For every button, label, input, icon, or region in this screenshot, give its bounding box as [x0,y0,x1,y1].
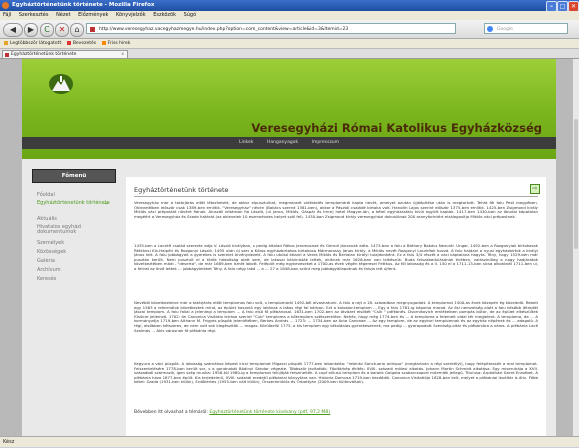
bookmarks-toolbar: Legtöbbször látogatott Bevezetés Friss h… [0,39,579,49]
article-footer: Bővebben itt olvashat a témáról: Egyházt… [134,410,330,415]
sidebar-item-documents[interactable]: Hivatalos egyházi dokumentumok [32,224,116,239]
pdf-export-icon[interactable]: ⇨ [530,184,540,194]
sidebar-item-gallery[interactable]: Galéria [32,257,116,266]
home-icon: ⌂ [74,25,80,34]
site-favicon [90,27,95,32]
sidebar-item-home[interactable]: Főoldal [32,191,116,200]
menu-help[interactable]: Súgó [184,12,197,18]
sidebar-item-communities[interactable]: Közösségek [32,248,116,257]
tab-active[interactable]: Egyháztörténetünk története x [2,50,128,58]
site-title: Veresegyházi Római Katolikus Egyházközsé… [251,121,542,135]
nav-link-links[interactable]: Linkek [239,140,253,145]
sidebar-item-history[interactable]: Egyháztörténetünk története → [32,200,116,215]
menu-bookmarks[interactable]: Könyvjelzők [116,12,146,18]
back-button[interactable]: ◀ [3,23,23,37]
site-header: Veresegyházi Római Katolikus Egyházközsé… [22,59,556,159]
menu-history[interactable]: Előzmények [78,12,108,18]
stop-icon: ✕ [58,25,66,34]
nav-link-imprint[interactable]: Impresszum [312,140,339,145]
search-placeholder: Google [497,27,513,32]
forward-arrow-icon: ▶ [27,25,35,34]
sidebar-item-people[interactable]: Személyek [32,239,116,248]
scrollbar-thumb[interactable] [574,119,578,249]
bookmark-getting-started[interactable]: Bevezetés [66,40,97,46]
firefox-bookmark-icon [66,40,71,45]
site-container: Veresegyházi Római Katolikus Egyházközsé… [22,59,556,436]
firefox-icon [2,2,9,9]
google-icon [487,26,493,32]
top-navigation: Linkek Hanganyagok Impresszum [22,137,556,149]
reload-icon: C [44,25,50,34]
sidebar-item-label: Egyháztörténetünk története [37,200,110,206]
menu-tools[interactable]: Eszközök [153,12,176,18]
article-title: Egyháztörténetünk története [134,186,229,194]
pdf-download-link[interactable]: Egyháztörténetünk története kiadvány (pd… [209,410,330,415]
main-menu-title: Főmenü [32,169,116,183]
menu-file[interactable]: Fájl [3,12,11,18]
window-titlebar: Egyháztörténetünk története - Mozilla Fi… [0,0,579,12]
bookmark-icon [4,40,8,45]
article-paragraph-1: Veresegyház már a tatárjárás előtt létez… [134,201,538,219]
status-bar: Kész [0,436,579,447]
page-viewport: Veresegyházi Római Katolikus Egyházközsé… [0,59,579,436]
article-content: Egyháztörténetünk története ⇨ Veresegyhá… [126,177,546,436]
sidebar-item-archive[interactable]: Archívum [32,266,116,275]
footer-text: Bővebben itt olvashat a témáról: [134,410,208,415]
vertical-scrollbar[interactable] [572,59,579,436]
back-arrow-icon: ◀ [9,25,17,34]
reload-button[interactable]: C [40,23,54,37]
article-paragraph-4: Kegyura a váci püspök. A lakosság számáh… [134,362,538,385]
navigation-toolbar: ◀ ▶ C ✕ ⌂ http://www.veresegyhaz.vacegyh… [0,20,579,39]
menu-view[interactable]: Nézet [56,12,70,18]
window-title: Egyháztörténetünk története - Mozilla Fi… [12,2,155,8]
search-box[interactable]: Google [484,23,568,34]
title-divider [134,196,538,197]
url-text: http://www.veresegyhaz.vacegyhazmegye.hu… [99,27,349,32]
nav-link-audio[interactable]: Hanganyagok [267,140,298,145]
url-bar[interactable]: http://www.veresegyhaz.vacegyhazmegye.hu… [86,23,456,34]
forward-button[interactable]: ▶ [24,23,38,37]
status-text: Kész [3,439,15,445]
menu-edit[interactable]: Szerkesztés [19,12,49,18]
tab-label: Egyháztörténetünk története [11,52,77,57]
tab-close-icon[interactable]: x [121,51,124,59]
bookmark-label: Friss hírek [107,41,131,46]
rss-icon [101,40,106,45]
main-menu: Főmenü Főoldal Egyháztörténetünk történe… [32,169,116,284]
stop-button[interactable]: ✕ [55,23,69,37]
arrow-right-icon: → [103,201,108,207]
sidebar-item-search[interactable]: Keresés [32,275,116,284]
sidebar-item-current[interactable]: Aktuális [32,215,116,224]
tab-favicon [5,53,9,57]
tab-bar: Egyháztörténetünk története x [0,49,579,59]
bookmark-most-visited[interactable]: Legtöbbször látogatott [4,40,62,46]
church-logo-icon [49,74,73,94]
home-button[interactable]: ⌂ [70,23,84,37]
bookmark-latest-news[interactable]: Friss hírek [101,40,131,46]
article-paragraph-2: 1435-ben a Laczkfi család szerezte adja … [134,244,538,271]
article-paragraph-3: Nevéből következtetve már a tatárjárás e… [134,301,538,333]
bookmark-label: Legtöbbször látogatott [10,41,62,46]
bookmark-label: Bevezetés [72,41,97,46]
